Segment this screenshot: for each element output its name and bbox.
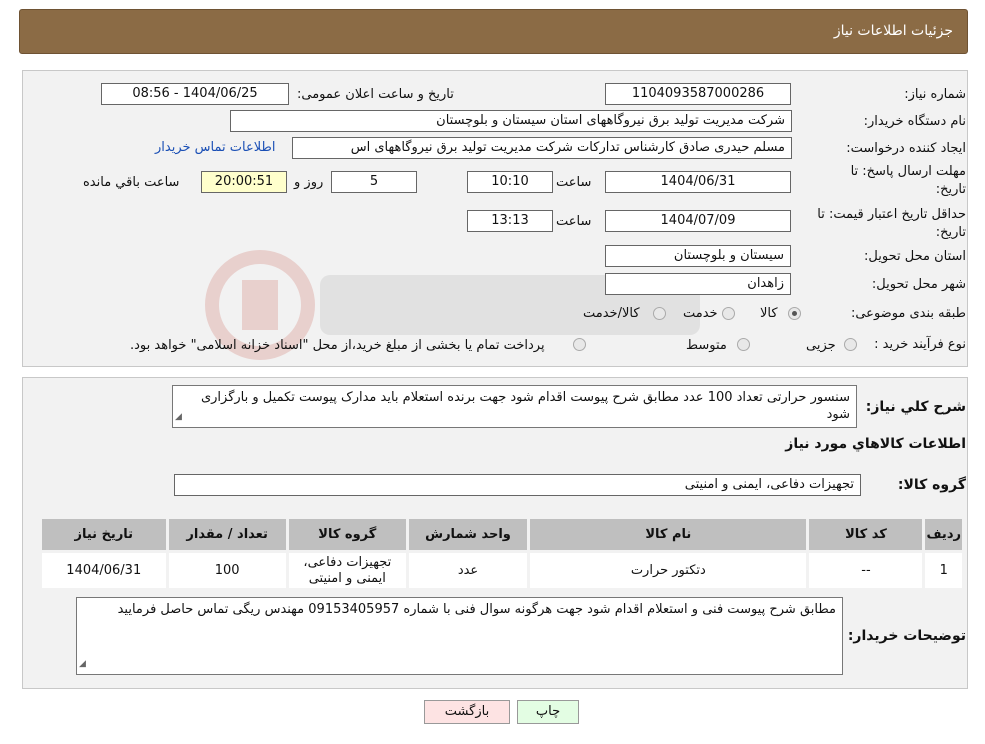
goods-table-header: رديف کد کالا نام کالا واحد شمارش گروه کا… bbox=[39, 516, 965, 553]
buyer-notes-text: مطابق شرح پیوست فنی و استعلام اقدام شود … bbox=[117, 602, 836, 617]
remaining-time-field: 20:00:51 bbox=[201, 171, 287, 193]
validity-label: حداقل تاریخ اعتبار قیمت: تا bbox=[817, 207, 966, 222]
resize-grip-icon[interactable]: ◢ bbox=[79, 656, 86, 673]
buyer-field: شرکت مدیریت تولید برق نیروگاههای استان س… bbox=[230, 110, 792, 132]
category-label: طبقه بندی موضوعی: bbox=[850, 306, 966, 321]
buyer-label: نام دستگاه خریدار: bbox=[863, 114, 966, 129]
deadline-label: مهلت ارسال پاسخ: تا bbox=[850, 164, 966, 179]
cell-code: -- bbox=[806, 550, 926, 591]
resize-grip-icon[interactable]: ◢ bbox=[175, 409, 182, 426]
description-text: سنسور حرارتی تعداد 100 عدد مطابق شرح پیو… bbox=[200, 390, 850, 422]
col-header-qty: تعداد / مقدار bbox=[165, 516, 289, 553]
page-title: جزئیات اطلاعات نیاز bbox=[833, 23, 953, 39]
col-header-unit: واحد شمارش bbox=[405, 516, 531, 553]
need-number-field: 1104093587000286 bbox=[605, 83, 791, 105]
process-option-medium: متوسط bbox=[686, 338, 727, 353]
cell-name: دتکتور حرارت bbox=[527, 550, 810, 591]
category-radio-goods[interactable] bbox=[788, 307, 801, 320]
description-label: شرح کلي نياز: bbox=[865, 399, 966, 415]
process-radio-medium[interactable] bbox=[737, 338, 750, 351]
days-field: 5 bbox=[331, 171, 417, 193]
validity-time-field: 13:13 bbox=[467, 210, 553, 232]
cell-unit: عدد bbox=[405, 550, 531, 591]
validity-label-2: تاریخ: bbox=[935, 225, 966, 240]
category-option-both: کالا/خدمت bbox=[583, 306, 640, 321]
announce-field: 1404/06/25 - 08:56 bbox=[101, 83, 289, 105]
process-option-small: جزیی bbox=[806, 338, 836, 353]
back-button[interactable]: بازگشت bbox=[424, 700, 510, 724]
buyer-contact-link[interactable]: اطلاعات تماس خریدار bbox=[155, 140, 275, 155]
validity-date-field: 1404/07/09 bbox=[605, 210, 791, 232]
deadline-time-field: 10:10 bbox=[467, 171, 553, 193]
col-header-row: رديف bbox=[922, 516, 965, 553]
col-header-code: کد کالا bbox=[806, 516, 926, 553]
goods-group-field: تجهیزات دفاعی، ایمنی و امنیتی bbox=[174, 474, 861, 496]
category-radio-both[interactable] bbox=[653, 307, 666, 320]
validity-time-label: ساعت bbox=[556, 214, 592, 229]
city-label: شهر محل تحویل: bbox=[871, 277, 966, 292]
goods-table: رديف کد کالا نام کالا واحد شمارش گروه کا… bbox=[39, 516, 965, 591]
page-header: جزئیات اطلاعات نیاز bbox=[19, 9, 968, 54]
col-header-date: تاريخ نياز bbox=[39, 516, 169, 553]
print-button[interactable]: چاپ bbox=[517, 700, 579, 724]
cell-group: تجهیزات دفاعی، ایمنی و امنیتی bbox=[285, 550, 409, 591]
need-number-label: شماره نیاز: bbox=[904, 87, 966, 102]
col-header-name: نام کالا bbox=[527, 516, 810, 553]
goods-section-title: اطلاعات کالاهاي مورد نياز bbox=[785, 436, 966, 452]
creator-field: مسلم حیدری صادق کارشناس تدارکات شرکت مدی… bbox=[292, 137, 792, 159]
category-radio-service[interactable] bbox=[722, 307, 735, 320]
cell-row-number: 1 bbox=[922, 550, 965, 591]
deadline-label-2: تاریخ: bbox=[935, 182, 966, 197]
province-field: سیستان و بلوچستان bbox=[605, 245, 791, 267]
process-label: نوع فرآیند خرید : bbox=[874, 337, 966, 352]
buyer-notes-textarea[interactable]: مطابق شرح پیوست فنی و استعلام اقدام شود … bbox=[76, 597, 843, 675]
table-row: 1 -- دتکتور حرارت عدد تجهیزات دفاعی، ایم… bbox=[39, 550, 965, 591]
buyer-notes-label: توضیحات خریدار: bbox=[847, 628, 966, 644]
announce-label: تاریخ و ساعت اعلان عمومی: bbox=[297, 87, 454, 102]
process-radio-small[interactable] bbox=[844, 338, 857, 351]
days-label: روز و bbox=[294, 175, 324, 190]
process-note: پرداخت تمام یا بخشی از مبلغ خرید،از محل … bbox=[130, 338, 545, 353]
category-option-goods: کالا bbox=[760, 306, 778, 321]
deadline-date-field: 1404/06/31 bbox=[605, 171, 791, 193]
creator-label: ایجاد کننده درخواست: bbox=[846, 141, 966, 156]
category-option-service: خدمت bbox=[683, 306, 718, 321]
process-radio-treasury[interactable] bbox=[573, 338, 586, 351]
cell-quantity: 100 bbox=[165, 550, 289, 591]
cell-need-date: 1404/06/31 bbox=[39, 550, 169, 591]
city-field: زاهدان bbox=[605, 273, 791, 295]
province-label: استان محل تحویل: bbox=[864, 249, 966, 264]
description-textarea[interactable]: سنسور حرارتی تعداد 100 عدد مطابق شرح پیو… bbox=[172, 385, 857, 428]
goods-group-label: گروه کالا: bbox=[897, 477, 966, 493]
col-header-group: گروه کالا bbox=[285, 516, 409, 553]
deadline-time-label: ساعت bbox=[556, 175, 592, 190]
remaining-label: ساعت باقي مانده bbox=[83, 175, 180, 190]
